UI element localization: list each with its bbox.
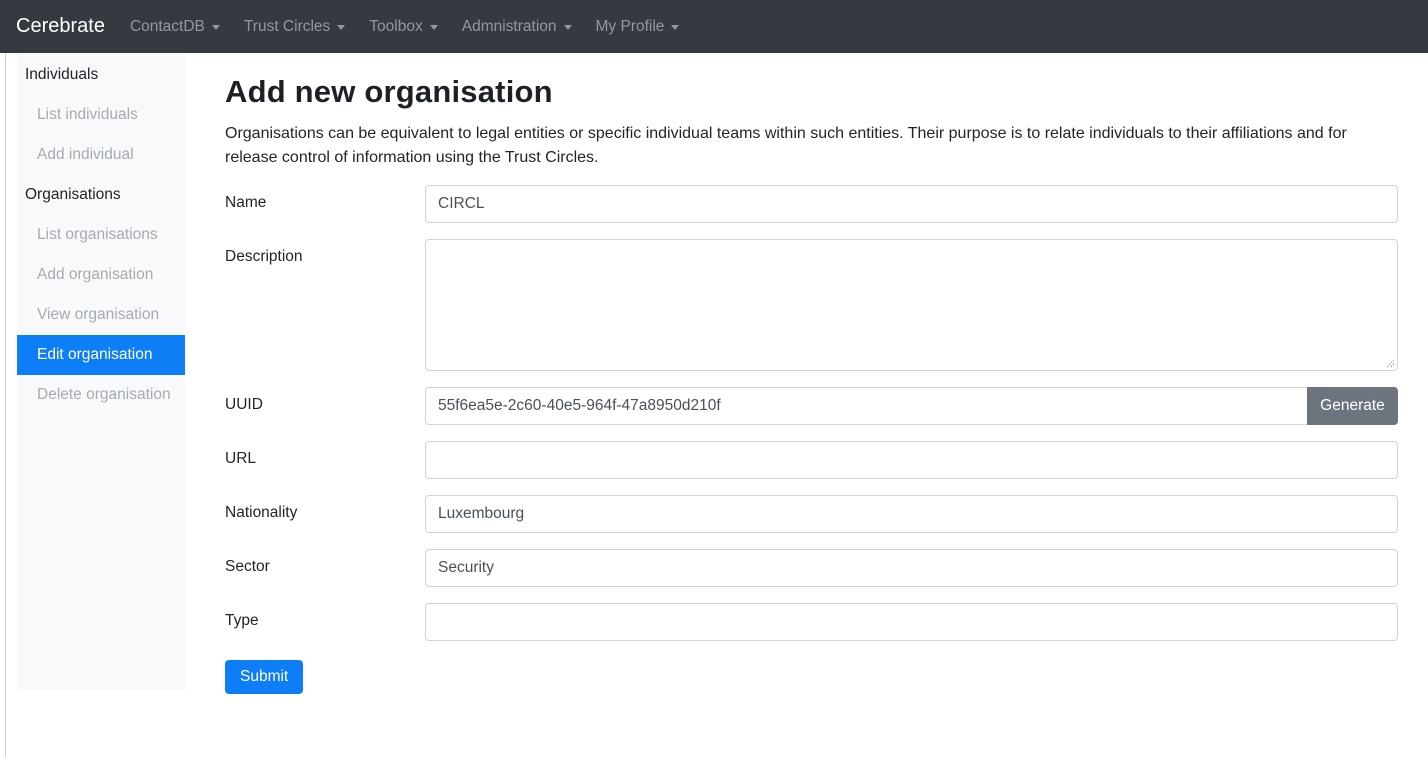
organisation-form: Name Description UUID Generate U — [225, 185, 1398, 694]
sidebar-item-add-organisation[interactable]: Add organisation — [17, 255, 185, 295]
sector-label: Sector — [225, 549, 425, 576]
url-label: URL — [225, 441, 425, 468]
type-field[interactable] — [425, 603, 1398, 641]
page-description: Organisations can be equivalent to legal… — [225, 122, 1398, 170]
caret-down-icon — [212, 25, 220, 30]
main-content: Add new organisation Organisations can b… — [225, 53, 1398, 694]
sidebar-section-individuals: Individuals — [17, 55, 185, 95]
submit-button[interactable]: Submit — [225, 660, 303, 694]
caret-down-icon — [564, 25, 572, 30]
form-row-description: Description — [225, 239, 1398, 371]
nav-item-toolbox[interactable]: Toolbox — [365, 10, 441, 44]
sidebar-item-edit-organisation[interactable]: Edit organisation — [17, 335, 185, 375]
caret-down-icon — [430, 25, 438, 30]
navbar-menu: ContactDB Trust Circles Toolbox Admnistr… — [126, 10, 683, 44]
sector-field[interactable] — [425, 549, 1398, 587]
nav-item-administration[interactable]: Admnistration — [458, 10, 576, 44]
sidebar-item-list-individuals[interactable]: List individuals — [17, 95, 185, 135]
caret-down-icon — [337, 25, 345, 30]
form-row-uuid: UUID Generate — [225, 387, 1398, 425]
nav-item-trust-circles[interactable]: Trust Circles — [240, 10, 349, 44]
nav-item-label: Toolbox — [369, 18, 422, 36]
nav-item-label: Admnistration — [462, 18, 557, 36]
resize-handle-icon[interactable] — [1385, 358, 1395, 368]
sidebar-left-border — [5, 53, 6, 757]
form-row-sector: Sector — [225, 549, 1398, 587]
nav-item-label: ContactDB — [130, 18, 205, 36]
url-field[interactable] — [425, 441, 1398, 479]
form-row-type: Type — [225, 603, 1398, 641]
nav-item-my-profile[interactable]: My Profile — [592, 10, 684, 44]
name-label: Name — [225, 185, 425, 212]
nav-item-label: My Profile — [596, 18, 665, 36]
sidebar-section-organisations: Organisations — [17, 175, 185, 215]
sidebar-item-view-organisation[interactable]: View organisation — [17, 295, 185, 335]
description-field[interactable] — [425, 239, 1398, 371]
description-label: Description — [225, 239, 425, 266]
name-field[interactable] — [425, 185, 1398, 223]
uuid-label: UUID — [225, 387, 425, 414]
sidebar-item-add-individual[interactable]: Add individual — [17, 135, 185, 175]
form-row-name: Name — [225, 185, 1398, 223]
nationality-field[interactable] — [425, 495, 1398, 533]
form-row-nationality: Nationality — [225, 495, 1398, 533]
type-label: Type — [225, 603, 425, 630]
sidebar: Individuals List individuals Add individ… — [17, 53, 185, 690]
sidebar-item-list-organisations[interactable]: List organisations — [17, 215, 185, 255]
caret-down-icon — [671, 25, 679, 30]
page-title: Add new organisation — [225, 74, 1398, 110]
app-brand[interactable]: Cerebrate — [16, 15, 105, 38]
top-navbar: Cerebrate ContactDB Trust Circles Toolbo… — [0, 0, 1428, 53]
form-row-url: URL — [225, 441, 1398, 479]
sidebar-item-delete-organisation[interactable]: Delete organisation — [17, 375, 185, 415]
generate-button[interactable]: Generate — [1307, 387, 1398, 425]
nav-item-contactdb[interactable]: ContactDB — [126, 10, 224, 44]
nav-item-label: Trust Circles — [244, 18, 330, 36]
nationality-label: Nationality — [225, 495, 425, 522]
uuid-field[interactable] — [425, 387, 1308, 425]
